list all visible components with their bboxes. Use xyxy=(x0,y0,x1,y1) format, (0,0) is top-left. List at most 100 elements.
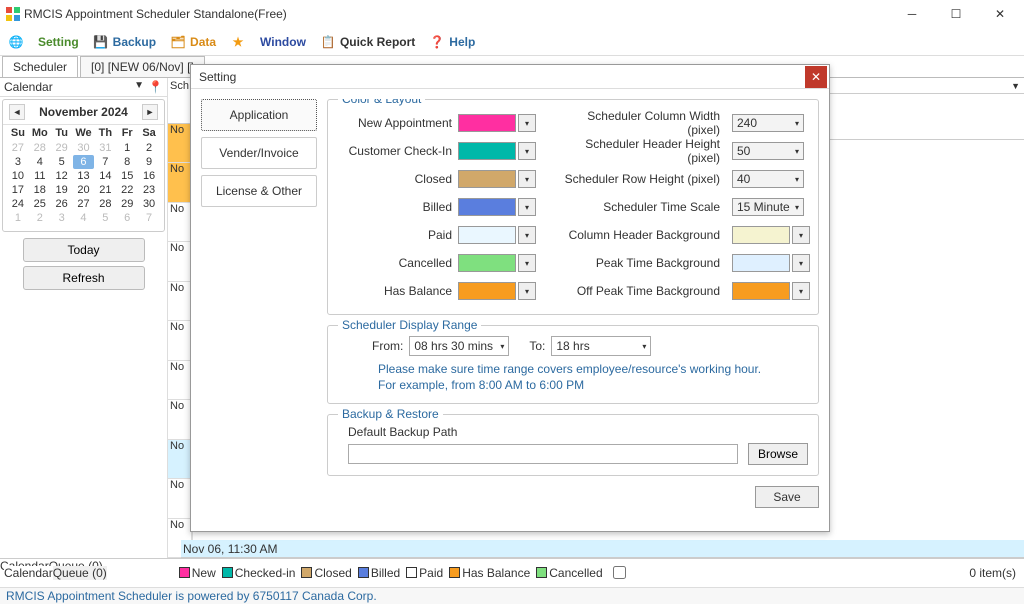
input-hdr-height[interactable]: 50▾ xyxy=(732,142,804,160)
calendar-day[interactable]: 1 xyxy=(7,211,29,225)
calendar-day[interactable]: 20 xyxy=(73,183,95,197)
star-icon: ★ xyxy=(230,34,246,50)
calendar-day[interactable]: 2 xyxy=(138,141,160,155)
calendar-day[interactable]: 25 xyxy=(29,197,51,211)
today-button[interactable]: Today xyxy=(23,238,145,262)
nav-license[interactable]: License & Other xyxy=(201,175,317,207)
calendar-day[interactable]: 21 xyxy=(94,183,116,197)
menu-setting[interactable]: Setting xyxy=(38,35,79,49)
picker-paid[interactable]: ▾ xyxy=(518,226,536,244)
calendar-day[interactable]: 13 xyxy=(73,169,95,183)
picker-new-appt[interactable]: ▾ xyxy=(518,114,536,132)
swatch-hasbal[interactable] xyxy=(458,282,516,300)
calendar-day[interactable]: 14 xyxy=(94,169,116,183)
calendar-day[interactable]: 4 xyxy=(73,211,95,225)
calendar-day[interactable]: 23 xyxy=(138,183,160,197)
calendar-day[interactable]: 2 xyxy=(29,211,51,225)
maximize-button[interactable]: ☐ xyxy=(934,0,978,28)
picker-offpeak-bg[interactable]: ▾ xyxy=(792,282,810,300)
picker-hasbal[interactable]: ▾ xyxy=(518,282,536,300)
swatch-cancelled[interactable] xyxy=(458,254,516,272)
picker-billed[interactable]: ▾ xyxy=(518,198,536,216)
dialog-close-button[interactable]: ✕ xyxy=(805,66,827,88)
calendar-day[interactable]: 5 xyxy=(51,155,73,169)
calendar-day[interactable]: 27 xyxy=(73,197,95,211)
input-row-height[interactable]: 40▾ xyxy=(732,170,804,188)
swatch-billed[interactable] xyxy=(458,198,516,216)
calendar-day[interactable]: 7 xyxy=(94,155,116,169)
calendar-day[interactable]: 30 xyxy=(73,141,95,155)
calendar-day[interactable]: 9 xyxy=(138,155,160,169)
minimize-button[interactable]: ─ xyxy=(890,0,934,28)
calendar-day[interactable]: 28 xyxy=(94,197,116,211)
calendar-day[interactable]: 27 xyxy=(7,141,29,155)
calendar-day-header: Th xyxy=(94,127,116,141)
calendar-grid: SuMoTuWeThFrSa27282930311234567891011121… xyxy=(3,125,164,231)
calendar-day[interactable]: 10 xyxy=(7,169,29,183)
calendar-day[interactable]: 11 xyxy=(29,169,51,183)
legend-checkbox[interactable] xyxy=(613,566,626,579)
tab-new-appt[interactable]: [0] [NEW 06/Nov] [] xyxy=(80,56,205,77)
calendar-day[interactable]: 6 xyxy=(116,211,138,225)
calendar-day[interactable]: 3 xyxy=(7,155,29,169)
calendar-day[interactable]: 29 xyxy=(116,197,138,211)
swatch-checkin[interactable] xyxy=(458,142,516,160)
input-time-scale[interactable]: 15 Minute▾ xyxy=(732,198,804,216)
calendar-day[interactable]: 16 xyxy=(138,169,160,183)
menu-backup[interactable]: 💾Backup xyxy=(93,34,156,50)
swatch-offpeak-bg[interactable] xyxy=(732,282,790,300)
bottom-tab-calendar[interactable]: Calendar xyxy=(4,566,53,580)
calendar-day[interactable]: 17 xyxy=(7,183,29,197)
calendar-day[interactable]: 18 xyxy=(29,183,51,197)
prev-month-button[interactable]: ◄ xyxy=(9,104,25,120)
calendar-day[interactable]: 4 xyxy=(29,155,51,169)
calendar-day[interactable]: 31 xyxy=(94,141,116,155)
nav-vendor-invoice[interactable]: Vender/Invoice xyxy=(201,137,317,169)
swatch-new-appt[interactable] xyxy=(458,114,516,132)
calendar-day[interactable]: 24 xyxy=(7,197,29,211)
next-month-button[interactable]: ► xyxy=(142,104,158,120)
calendar-day[interactable]: 22 xyxy=(116,183,138,197)
calendar-day[interactable]: 19 xyxy=(51,183,73,197)
calendar-day[interactable]: 5 xyxy=(94,211,116,225)
calendar-panel: ◄ November 2024 ► SuMoTuWeThFrSa27282930… xyxy=(2,99,165,232)
calendar-day[interactable]: 15 xyxy=(116,169,138,183)
swatch-closed[interactable] xyxy=(458,170,516,188)
calendar-day[interactable]: 8 xyxy=(116,155,138,169)
calendar-day[interactable]: 26 xyxy=(51,197,73,211)
swatch-peak-bg[interactable] xyxy=(732,254,790,272)
save-button[interactable]: Save xyxy=(755,486,819,508)
close-button[interactable]: ✕ xyxy=(978,0,1022,28)
select-to-time[interactable]: 18 hrs▾ xyxy=(551,336,651,356)
calendar-day[interactable]: 1 xyxy=(116,141,138,155)
swatch-paid[interactable] xyxy=(458,226,516,244)
nav-application[interactable]: Application xyxy=(201,99,317,131)
calendar-day[interactable]: 7 xyxy=(138,211,160,225)
menu-help[interactable]: ❓Help xyxy=(429,34,475,50)
refresh-button[interactable]: Refresh xyxy=(23,266,145,290)
picker-closed[interactable]: ▾ xyxy=(518,170,536,188)
bottom-tab-queue[interactable]: Queue (0) xyxy=(53,566,107,580)
input-col-width[interactable]: 240▾ xyxy=(732,114,804,132)
calendar-day[interactable]: 6 xyxy=(73,155,95,169)
picker-col-bg[interactable]: ▾ xyxy=(792,226,810,244)
backup-path-input[interactable] xyxy=(348,444,738,464)
tab-scheduler[interactable]: Scheduler xyxy=(2,56,78,77)
picker-peak-bg[interactable]: ▾ xyxy=(792,254,810,272)
calendar-day[interactable]: 28 xyxy=(29,141,51,155)
select-from-time[interactable]: 08 hrs 30 mins▾ xyxy=(409,336,509,356)
calendar-day-header: Mo xyxy=(29,127,51,141)
calendar-day[interactable]: 29 xyxy=(51,141,73,155)
picker-checkin[interactable]: ▾ xyxy=(518,142,536,160)
browse-button[interactable]: Browse xyxy=(748,443,808,465)
menu-window[interactable]: Window xyxy=(260,35,306,49)
calendar-day[interactable]: 30 xyxy=(138,197,160,211)
calendar-day[interactable]: 12 xyxy=(51,169,73,183)
picker-cancelled[interactable]: ▾ xyxy=(518,254,536,272)
menu-data[interactable]: 🗂Data xyxy=(170,34,216,50)
calendar-day[interactable]: 3 xyxy=(51,211,73,225)
timestamp-row: Nov 06, 11:30 AM ▾ xyxy=(181,540,1024,558)
swatch-col-bg[interactable] xyxy=(732,226,790,244)
calendar-collapse[interactable]: ▼📍 xyxy=(134,80,163,94)
menu-quick-report[interactable]: 📋Quick Report xyxy=(320,34,415,50)
